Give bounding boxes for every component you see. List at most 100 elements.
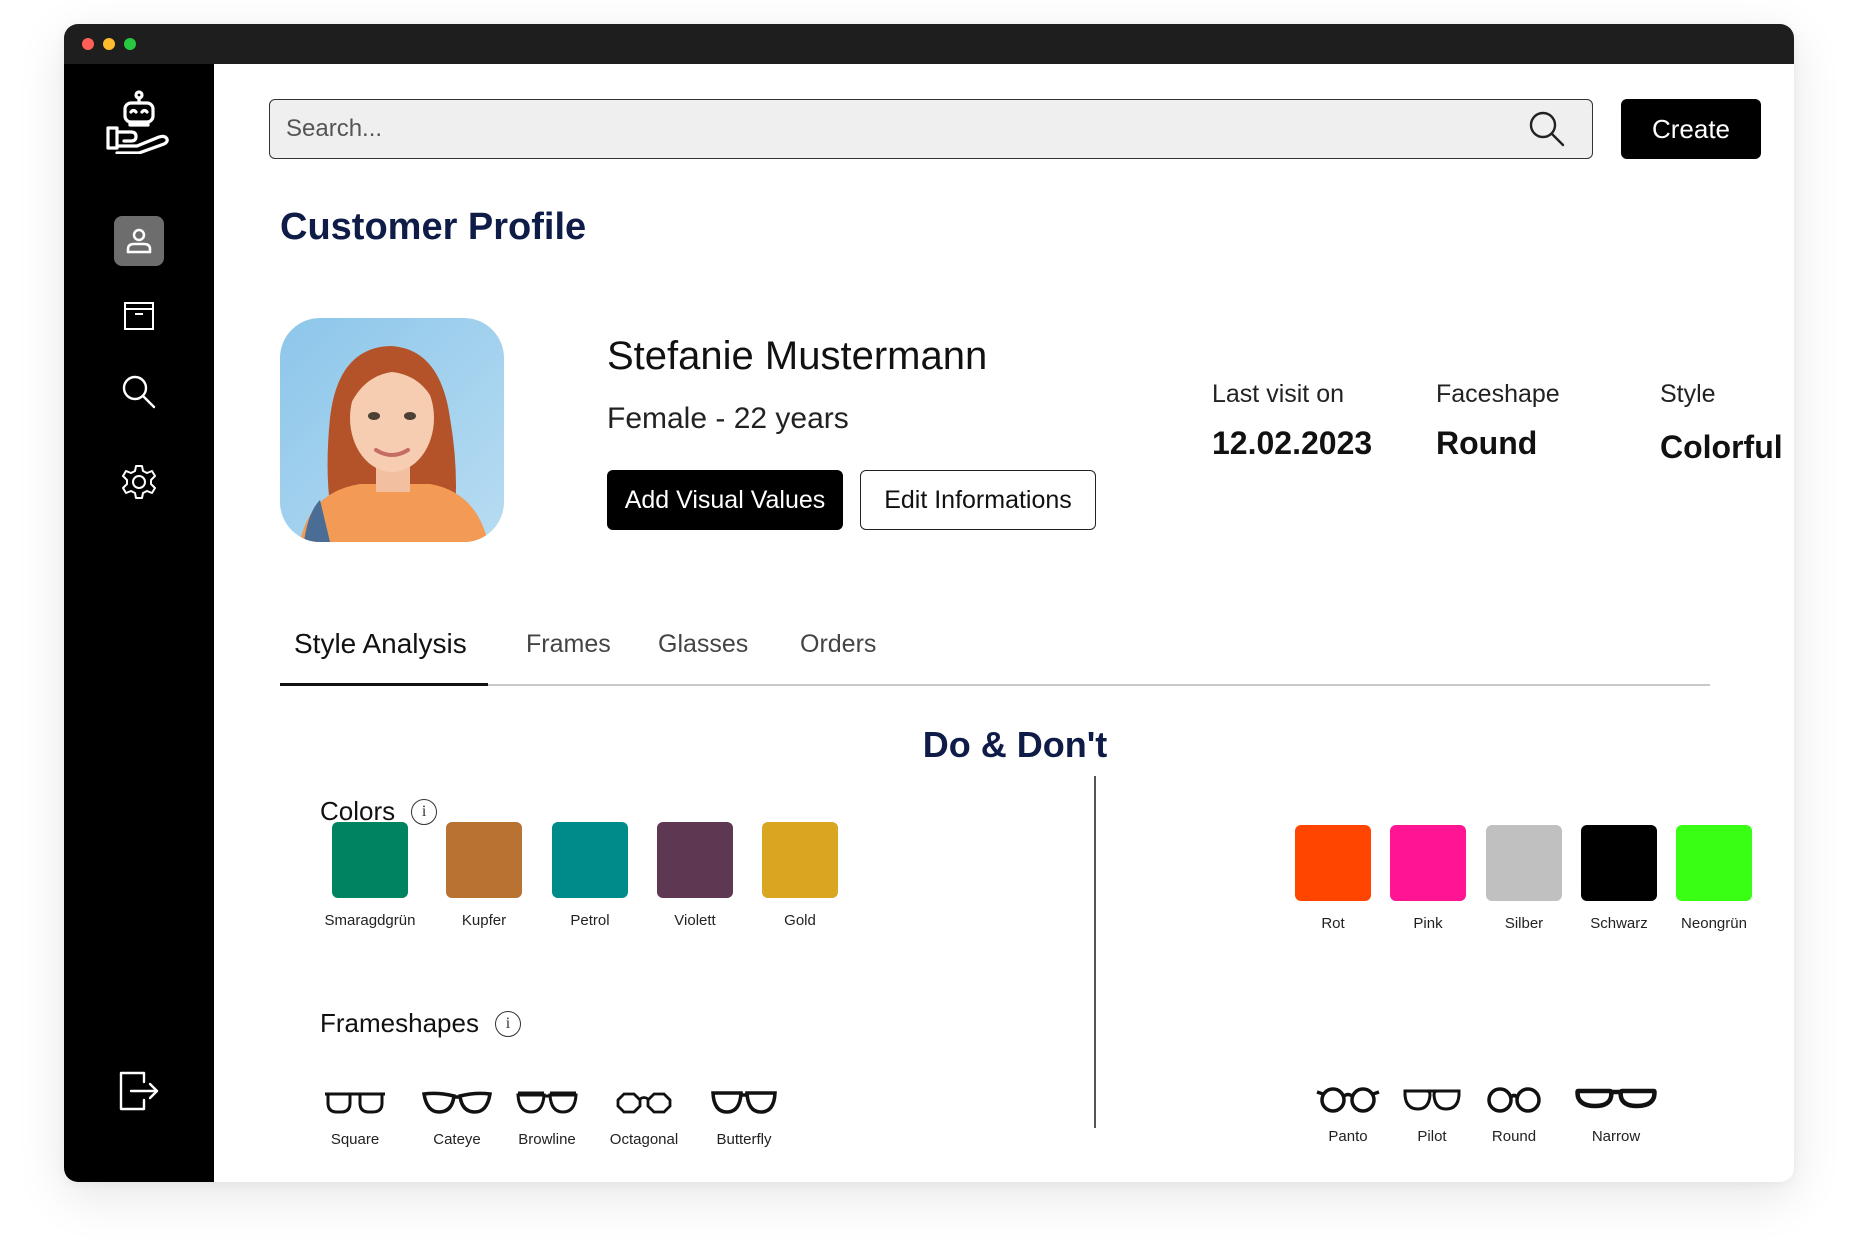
minimize-window-button[interactable] (103, 38, 115, 50)
color-swatch-schwarz[interactable]: Schwarz (1569, 825, 1669, 932)
faceshape-value: Round (1436, 425, 1538, 461)
frameshape-label: Browline (518, 1131, 576, 1148)
color-swatch-fill (1581, 825, 1657, 901)
search-submit-icon[interactable] (1528, 110, 1566, 148)
narrow-glasses-icon (1566, 1084, 1666, 1114)
frameshape-butterfly[interactable]: Butterfly (694, 1087, 794, 1148)
active-tab-indicator (280, 683, 488, 686)
frameshape-label: Square (330, 1131, 380, 1148)
color-swatch-fill (332, 822, 408, 898)
cateye-glasses-icon (407, 1087, 507, 1117)
frameshape-label: Cateye (433, 1131, 481, 1148)
style-label: Style (1660, 380, 1716, 408)
frameshape-cateye[interactable]: Cateye (407, 1087, 507, 1148)
color-swatch-label: Kupfer (461, 912, 507, 929)
tab-style-analysis[interactable]: Style Analysis (294, 628, 467, 660)
style-value: Colorful (1660, 429, 1783, 465)
sidebar-item-search[interactable] (114, 367, 164, 417)
do-dont-divider (1094, 776, 1096, 1128)
main-content: Create Customer Profile (214, 64, 1794, 1182)
create-button[interactable]: Create (1621, 99, 1761, 159)
robot-hand-logo-icon (104, 90, 174, 159)
color-swatch-fill (1676, 825, 1752, 901)
tab-glasses[interactable]: Glasses (658, 630, 748, 659)
color-swatch-label: Schwarz (1590, 915, 1648, 932)
do-dont-title: Do & Don't (922, 724, 1108, 765)
color-swatch-rot[interactable]: Rot (1283, 825, 1383, 932)
color-swatch-label: Violett (674, 912, 716, 929)
color-swatch-label: Gold (784, 912, 816, 929)
color-swatch-petrol[interactable]: Petrol (540, 822, 640, 929)
color-swatch-label: Silber (1504, 915, 1544, 932)
logout-button[interactable] (114, 1066, 164, 1116)
customer-meta: Female - 22 years (607, 402, 849, 435)
sidebar (64, 64, 214, 1182)
close-window-button[interactable] (82, 38, 94, 50)
color-swatch-smaragdgrun[interactable]: Smaragdgrün (320, 822, 420, 929)
browline-glasses-icon (497, 1087, 597, 1117)
search-icon (122, 375, 156, 409)
search-bar (269, 99, 1593, 159)
sidebar-item-settings[interactable] (114, 457, 164, 507)
color-swatch-neongrun[interactable]: Neongrün (1664, 825, 1764, 932)
frameshape-label: Butterfly (716, 1131, 772, 1148)
settings-icon (122, 465, 156, 499)
tab-frames[interactable]: Frames (526, 630, 611, 659)
color-swatch-fill (1390, 825, 1466, 901)
title-bar (64, 24, 1794, 64)
frameshape-square[interactable]: Square (305, 1087, 405, 1148)
color-swatch-fill (446, 822, 522, 898)
sidebar-item-archive[interactable] (114, 291, 164, 341)
octagonal-glasses-icon (594, 1087, 694, 1117)
color-swatch-violett[interactable]: Violett (645, 822, 745, 929)
color-swatch-label: Petrol (570, 912, 610, 929)
add-visual-values-button[interactable]: Add Visual Values (607, 470, 843, 530)
color-swatch-silber[interactable]: Silber (1474, 825, 1574, 932)
last-visit-label: Last visit on (1212, 380, 1345, 408)
color-swatch-label: Rot (1321, 915, 1345, 932)
maximize-window-button[interactable] (124, 38, 136, 50)
faceshape-label: Faceshape (1436, 380, 1560, 408)
tab-bar: Style Analysis Frames Glasses Orders (280, 624, 1710, 686)
page-title: Customer Profile (280, 206, 587, 248)
customer-avatar (280, 318, 504, 542)
frameshape-round[interactable]: Round (1464, 1084, 1564, 1145)
customer-profile-icon (126, 228, 152, 254)
faceshape-info: Faceshape Round (1436, 380, 1560, 462)
search-input[interactable] (286, 100, 1506, 158)
edit-informations-button[interactable]: Edit Informations (860, 470, 1096, 530)
style-info: Style Colorful (1660, 380, 1783, 466)
frameshapes-info-icon[interactable]: i (494, 1010, 521, 1037)
frameshape-narrow[interactable]: Narrow (1566, 1084, 1666, 1145)
last-visit-info: Last visit on 12.02.2023 (1212, 380, 1372, 462)
tab-orders[interactable]: Orders (800, 630, 876, 659)
color-swatch-fill (552, 822, 628, 898)
butterfly-glasses-icon (694, 1087, 794, 1117)
sidebar-item-customer-profile[interactable] (114, 216, 164, 266)
color-swatch-kupfer[interactable]: Kupfer (434, 822, 534, 929)
customer-name: Stefanie Mustermann (607, 334, 988, 378)
frameshapes-heading: Frameshapes i (320, 1008, 521, 1039)
color-swatch-fill (1295, 825, 1371, 901)
color-swatch-fill (1486, 825, 1562, 901)
frameshape-browline[interactable]: Browline (497, 1087, 597, 1148)
frameshape-label: Round (1491, 1128, 1537, 1145)
colors-info-icon[interactable]: i (411, 798, 438, 825)
color-swatch-label: Neongrün (1681, 915, 1747, 932)
frameshape-label: Narrow (1591, 1128, 1641, 1145)
color-swatch-pink[interactable]: Pink (1378, 825, 1478, 932)
frameshape-octagonal[interactable]: Octagonal (594, 1087, 694, 1148)
app-window: Create Customer Profile (64, 24, 1794, 1182)
frameshape-label: Octagonal (609, 1131, 679, 1148)
last-visit-value: 12.02.2023 (1212, 425, 1373, 461)
round-glasses-icon (1464, 1084, 1564, 1114)
color-swatch-label: Pink (1413, 915, 1443, 932)
archive-icon (124, 302, 154, 330)
frameshapes-heading-label: Frameshapes (320, 1008, 479, 1038)
color-swatch-fill (762, 822, 838, 898)
logout-icon (119, 1071, 159, 1111)
color-swatch-fill (657, 822, 733, 898)
color-swatch-label: Smaragdgrün (324, 912, 416, 929)
square-glasses-icon (305, 1087, 405, 1117)
color-swatch-gold[interactable]: Gold (750, 822, 850, 929)
